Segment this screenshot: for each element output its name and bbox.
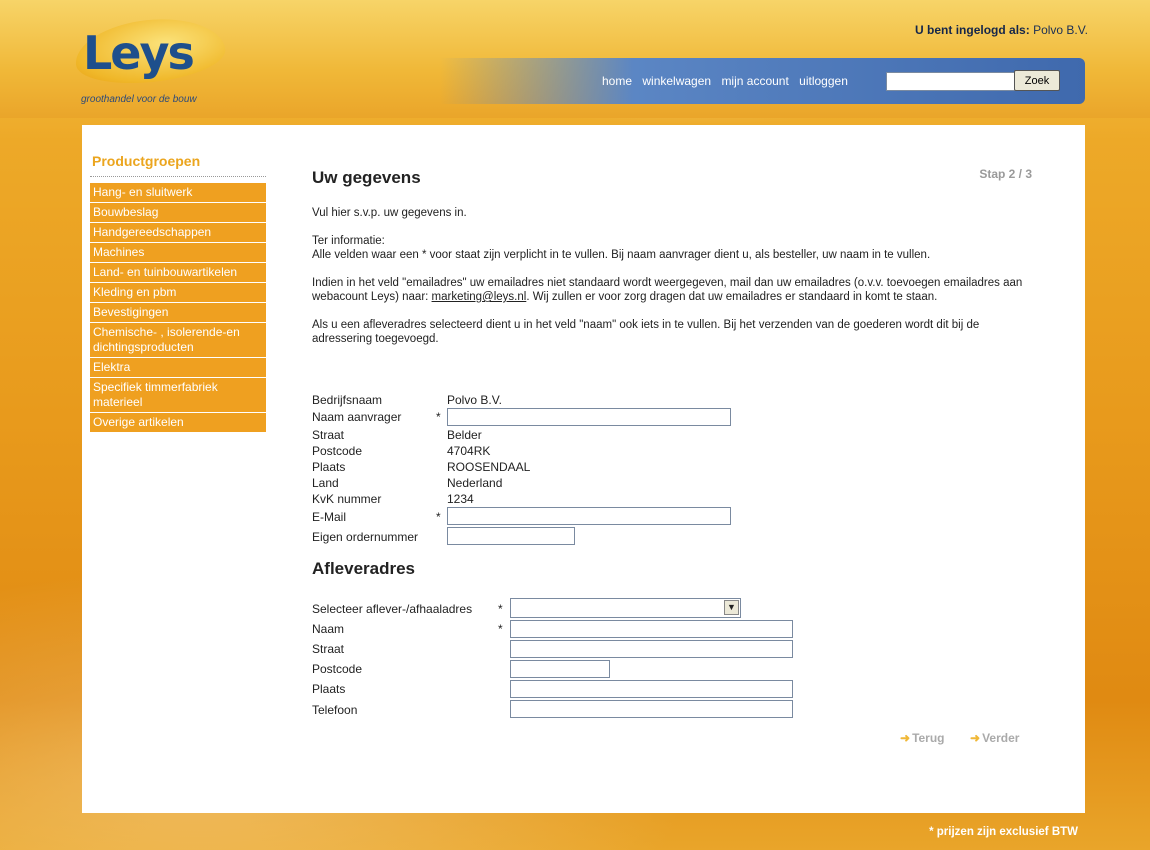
sidebar-item-elektra[interactable]: Elektra — [90, 358, 266, 378]
sidebar-item-chemische[interactable]: Chemische- , isolerende-en dichtingsprod… — [90, 323, 266, 358]
field-label-straat: Straat — [312, 428, 345, 442]
login-status: U bent ingelogd als: Polvo B.V. — [915, 23, 1088, 37]
eigen-ordernummer-input[interactable] — [447, 527, 575, 545]
back-label: Terug — [912, 731, 945, 745]
field-label-kvk: KvK nummer — [312, 492, 382, 506]
field-label-plaats: Plaats — [312, 460, 346, 474]
step-indicator: Stap 2 / 3 — [979, 167, 1032, 181]
next-button[interactable]: ➜ Verder — [970, 731, 1019, 745]
field-label-naam-aanvrager: Naam aanvrager — [312, 410, 402, 424]
arrow-right-icon: ➜ — [970, 731, 981, 745]
email-info-text: Indien in het veld "emailadres" uw email… — [312, 276, 1032, 304]
field-value-bedrijfsnaam: Polvo B.V. — [447, 393, 502, 407]
info-text: Alle velden waar een * voor staat zijn v… — [312, 249, 931, 261]
nav-link-home[interactable]: home — [602, 74, 632, 88]
email-link[interactable]: marketing@leys.nl — [432, 291, 527, 303]
field-label-naam: Naam — [312, 622, 345, 636]
arrow-right-icon: ➜ — [900, 731, 911, 745]
afleveradres-title: Afleveradres — [312, 559, 416, 578]
field-label-email: E-Mail — [312, 510, 347, 524]
field-label-telefoon: Telefoon — [312, 703, 358, 717]
field-value-plaats: ROOSENDAAL — [447, 460, 531, 474]
field-label-selecteer-adres: Selecteer aflever-/afhaaladres — [312, 602, 473, 616]
sidebar-item-kleding-en-pbm[interactable]: Kleding en pbm — [90, 283, 266, 303]
email-input[interactable] — [447, 507, 731, 525]
field-value-land: Nederland — [447, 476, 503, 490]
field-value-straat: Belder — [447, 428, 482, 442]
nav-links: home winkelwagen mijn account uitloggen — [602, 74, 855, 88]
page-title: Uw gegevens — [312, 168, 421, 187]
required-marker: * — [498, 622, 503, 636]
intro-text: Vul hier s.v.p. uw gegevens in. — [312, 207, 467, 219]
sidebar-divider — [90, 176, 266, 177]
vat-note: * prijzen zijn exclusief BTW — [929, 826, 1078, 838]
email-info-after: . Wij zullen er voor zorg dragen dat uw … — [526, 291, 938, 303]
logo-tagline: groothandel voor de bouw — [81, 94, 197, 105]
sidebar-item-timmerfabriek[interactable]: Specifiek timmerfabriek materieel — [90, 378, 266, 413]
delivery-info-text: Als u een afleveradres selecteerd dient … — [312, 319, 980, 345]
sidebar-item-overige[interactable]: Overige artikelen — [90, 413, 266, 433]
sidebar-item-bouwbeslag[interactable]: Bouwbeslag — [90, 203, 266, 223]
content-area: Uw gegevens Stap 2 / 3 Vul hier s.v.p. u… — [312, 165, 1032, 346]
field-label-bedrijfsnaam: Bedrijfsnaam — [312, 393, 383, 407]
sidebar-item-handgereedschappen[interactable]: Handgereedschappen — [90, 223, 266, 243]
sidebar-item-hang-en-sluitwerk[interactable]: Hang- en sluitwerk — [90, 183, 266, 203]
sidebar-title: Productgroepen — [92, 153, 201, 169]
login-label: U bent ingelogd als: — [915, 23, 1030, 37]
leys-logo[interactable]: Leys groothandel voor de bouw — [72, 12, 235, 110]
nav-link-mijn-account[interactable]: mijn account — [721, 74, 788, 88]
logo-text: Leys — [83, 26, 195, 80]
search-input[interactable] — [886, 72, 1016, 91]
required-marker: * — [436, 410, 441, 424]
login-user: Polvo B.V. — [1033, 23, 1088, 37]
next-label: Verder — [982, 731, 1020, 745]
naam-aanvrager-input[interactable] — [447, 408, 731, 426]
back-button[interactable]: ➜ Terug — [900, 731, 945, 745]
field-value-kvk: 1234 — [447, 492, 474, 506]
field-label-aflever-plaats: Plaats — [312, 682, 346, 696]
field-label-aflever-postcode: Postcode — [312, 662, 363, 676]
aflever-straat-input[interactable] — [510, 640, 793, 658]
required-marker: * — [498, 602, 503, 616]
sidebar: Productgroepen Hang- en sluitwerk Bouwbe… — [90, 153, 266, 433]
field-value-postcode: 4704RK — [447, 444, 491, 458]
field-label-land: Land — [312, 476, 339, 490]
aflever-naam-input[interactable] — [510, 620, 793, 638]
nav-link-winkelwagen[interactable]: winkelwagen — [642, 74, 711, 88]
sidebar-item-machines[interactable]: Machines — [90, 243, 266, 263]
field-label-aflever-straat: Straat — [312, 642, 345, 656]
aflever-postcode-input[interactable] — [510, 660, 610, 678]
sidebar-item-land-en-tuinbouw[interactable]: Land- en tuinbouwartikelen — [90, 263, 266, 283]
chevron-down-icon[interactable]: ▼ — [724, 600, 739, 615]
sidebar-item-bevestigingen[interactable]: Bevestigingen — [90, 303, 266, 323]
nav-link-uitloggen[interactable]: uitloggen — [799, 74, 848, 88]
field-label-eigen-ordernummer: Eigen ordernummer — [312, 530, 419, 544]
telefoon-input[interactable] — [510, 700, 793, 718]
info-heading: Ter informatie: — [312, 235, 385, 247]
field-label-postcode: Postcode — [312, 444, 363, 458]
aflever-plaats-input[interactable] — [510, 680, 793, 698]
search-button[interactable]: Zoek — [1014, 70, 1060, 91]
required-marker: * — [436, 510, 441, 524]
adres-select[interactable]: ▼ — [510, 598, 741, 618]
